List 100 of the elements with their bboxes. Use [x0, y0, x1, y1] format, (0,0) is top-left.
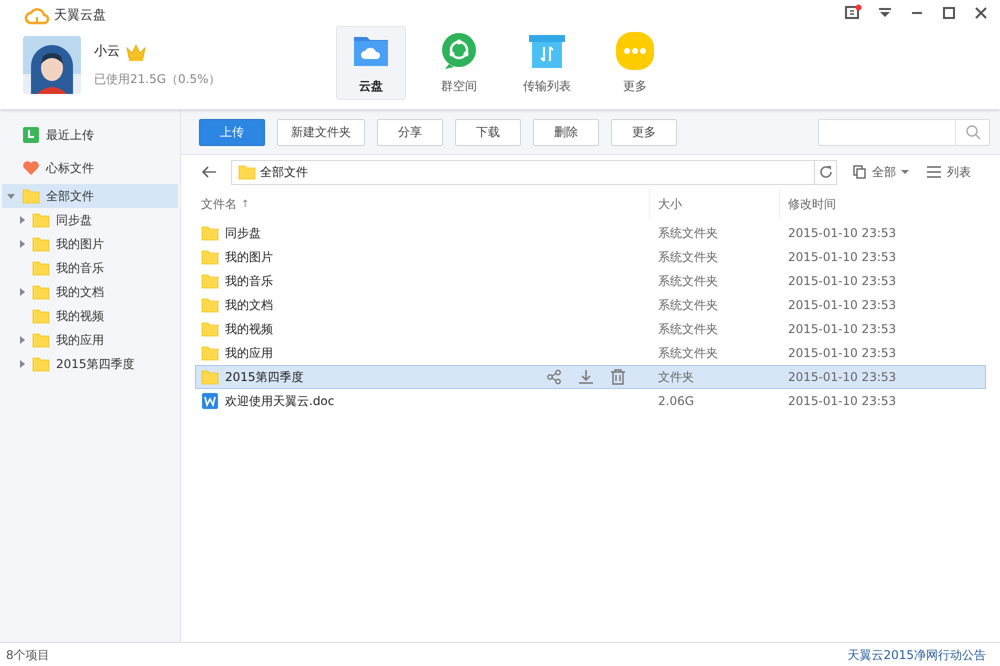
folder-icon	[201, 368, 219, 386]
modified-time: 2015-01-10 23:53	[787, 369, 898, 386]
folder-icon	[201, 224, 219, 242]
file-row[interactable]: 我的应用 系统文件夹 2015-01-10 23:53	[195, 341, 986, 365]
toolbar-button[interactable]: 更多	[611, 118, 677, 146]
file-row[interactable]: 我的图片 系统文件夹 2015-01-10 23:53	[195, 245, 986, 269]
modified-time: 2015-01-10 23:53	[787, 225, 898, 242]
logo-icon	[24, 6, 50, 25]
file-size: 2.06G	[657, 393, 696, 410]
clock-icon	[22, 126, 40, 144]
file-size: 系统文件夹	[657, 249, 719, 266]
toolbar-button[interactable]: 下载	[455, 118, 521, 146]
modified-time: 2015-01-10 23:53	[787, 345, 898, 362]
file-size: 文件夹	[657, 369, 695, 386]
sidebar-item[interactable]: 最近上传	[0, 118, 180, 151]
folder-icon	[201, 296, 219, 314]
expand-arrow-icon[interactable]	[18, 239, 26, 249]
folder-icon	[32, 235, 50, 253]
view-toggle[interactable]: 列表	[927, 163, 971, 181]
refresh-icon[interactable]	[818, 165, 832, 179]
tree-item[interactable]: 全部文件	[2, 184, 178, 208]
file-row[interactable]: 欢迎使用天翼云.doc 2.06G 2015-01-10 23:53	[195, 389, 986, 413]
file-name: 我的应用	[225, 345, 274, 362]
list-icon	[927, 166, 941, 178]
expand-arrow-icon[interactable]	[18, 287, 26, 297]
modified-time: 2015-01-10 23:53	[787, 249, 898, 266]
folder-icon	[238, 163, 256, 181]
folder-icon	[32, 355, 50, 373]
folder-icon	[32, 259, 50, 277]
folder-icon	[201, 320, 219, 338]
folder-icon	[32, 331, 50, 349]
expand-arrow-icon[interactable]	[18, 335, 26, 345]
file-size: 系统文件夹	[657, 225, 719, 242]
tree-item[interactable]: 我的文档	[2, 280, 178, 304]
file-name: 欢迎使用天翼云.doc	[225, 393, 336, 410]
tree-item[interactable]: 2015第四季度	[2, 352, 178, 376]
file-row[interactable]: 我的文档 系统文件夹 2015-01-10 23:53	[195, 293, 986, 317]
path-field[interactable]: 全部文件	[231, 160, 837, 184]
word-document-icon	[201, 392, 219, 410]
folder-icon	[201, 248, 219, 266]
tree-item[interactable]: 我的应用	[2, 328, 178, 352]
filter-dropdown[interactable]: 全部	[853, 163, 909, 181]
folder-icon	[32, 211, 50, 229]
nav-tab[interactable]: 群空间	[424, 26, 494, 100]
tree-item[interactable]: 我的图片	[2, 232, 178, 256]
expand-arrow-icon[interactable]	[6, 191, 16, 201]
folder-icon	[32, 307, 50, 325]
storage-usage: 已使用21.5G（0.5%）	[94, 71, 221, 88]
modified-time: 2015-01-10 23:53	[787, 273, 898, 290]
file-row[interactable]: 我的视频 系统文件夹 2015-01-10 23:53	[195, 317, 986, 341]
modified-time: 2015-01-10 23:53	[787, 297, 898, 314]
tree-item[interactable]: 我的视频	[2, 304, 178, 328]
file-row[interactable]: 同步盘 系统文件夹 2015-01-10 23:53	[195, 221, 986, 245]
trash-icon[interactable]	[610, 369, 626, 385]
crown-icon	[124, 42, 148, 62]
toolbar-button[interactable]: 删除	[533, 118, 599, 146]
tree-item[interactable]: 同步盘	[2, 208, 178, 232]
back-arrow-icon[interactable]	[201, 164, 217, 180]
file-name: 我的文档	[225, 297, 274, 314]
file-size: 系统文件夹	[657, 321, 719, 338]
nav-tab[interactable]: 传输列表	[512, 26, 582, 100]
item-count: 8个项目	[6, 646, 50, 664]
nav-tab[interactable]: 更多	[600, 26, 670, 100]
file-row[interactable]: 2015第四季度 文件夹 2015-01-10 23:53	[195, 365, 986, 389]
file-size: 系统文件夹	[657, 345, 719, 362]
message-icon[interactable]	[844, 4, 862, 22]
expand-arrow-icon[interactable]	[18, 359, 26, 369]
column-header[interactable]: 文件名	[201, 195, 237, 213]
file-name: 同步盘	[225, 225, 262, 242]
group-icon	[439, 31, 479, 71]
notice-link[interactable]: 天翼云2015净网行动公告	[847, 646, 986, 664]
folder-icon	[22, 187, 40, 205]
file-name: 我的视频	[225, 321, 274, 338]
search-field[interactable]	[818, 118, 990, 146]
download-icon[interactable]	[578, 369, 594, 385]
folder-icon	[201, 344, 219, 362]
toolbar-button[interactable]: 分享	[377, 118, 443, 146]
toolbar-button[interactable]: 新建文件夹	[277, 118, 365, 146]
app-title: 天翼云盘	[54, 7, 106, 25]
sidebar-item[interactable]: 心标文件	[0, 151, 180, 184]
nav-tab[interactable]: 云盘	[336, 26, 406, 100]
caret-icon	[901, 169, 909, 175]
maximize-icon[interactable]	[940, 4, 958, 22]
toolbar-button[interactable]: 上传	[199, 118, 265, 146]
share-icon[interactable]	[546, 369, 562, 385]
folder-icon	[201, 272, 219, 290]
tree-item[interactable]: 我的音乐	[2, 256, 178, 280]
column-header[interactable]: 大小	[658, 195, 682, 213]
user-name: 小云	[94, 43, 120, 62]
copy-icon	[853, 165, 867, 179]
search-icon[interactable]	[964, 124, 980, 140]
modified-time: 2015-01-10 23:53	[787, 393, 898, 410]
modified-time: 2015-01-10 23:53	[787, 321, 898, 338]
expand-arrow-icon[interactable]	[18, 215, 26, 225]
more-icon	[615, 31, 655, 71]
column-header[interactable]: 修改时间	[788, 195, 836, 213]
file-size: 系统文件夹	[657, 297, 719, 314]
file-row[interactable]: 我的音乐 系统文件夹 2015-01-10 23:53	[195, 269, 986, 293]
sort-indicator: ↑	[241, 198, 250, 212]
folder-icon	[32, 283, 50, 301]
